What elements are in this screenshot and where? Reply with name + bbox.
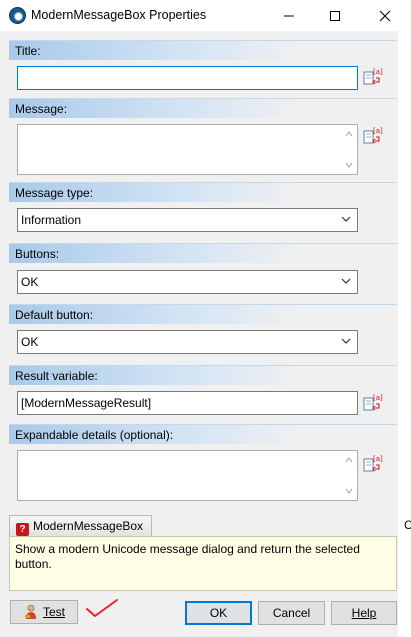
maximize-icon [330, 10, 340, 21]
variable-insert-icon[interactable]: [a] [363, 67, 383, 87]
title-input[interactable] [17, 66, 358, 90]
message-label: Message: [15, 102, 68, 116]
help-text: Show a modern Unicode message dialog and… [15, 542, 360, 571]
background-text-fragment: C [404, 518, 411, 532]
help-question-icon: ? [16, 523, 29, 536]
test-button[interactable]: Test [10, 600, 78, 624]
buttons-section-header: Buttons: [9, 243, 397, 263]
scroll-up-icon[interactable] [344, 455, 354, 465]
svg-text:[a]: [a] [373, 455, 383, 463]
help-description: Show a modern Unicode message dialog and… [9, 536, 397, 591]
minimize-button[interactable] [266, 0, 312, 31]
help-tab: ? ModernMessageBox [9, 515, 152, 536]
title-bar: ModernMessageBox Properties [0, 0, 411, 31]
default-button-value: OK [21, 335, 39, 349]
test-person-icon [24, 604, 36, 619]
expandable-details-label: Expandable details (optional): [15, 428, 174, 442]
chevron-down-icon [341, 338, 351, 344]
scroll-down-icon[interactable] [344, 486, 354, 496]
result-variable-label: Result variable: [15, 369, 98, 383]
app-icon [9, 7, 26, 24]
maximize-button[interactable] [312, 0, 358, 31]
background-window [398, 31, 411, 637]
title-label: Title: [15, 44, 41, 58]
message-type-label: Message type: [15, 186, 94, 200]
test-button-label: Test [42, 605, 65, 619]
minimize-icon [284, 15, 294, 16]
red-checkmark-icon [86, 599, 118, 617]
title-section-header: Title: [9, 40, 397, 60]
svg-text:[a]: [a] [373, 127, 383, 135]
default-button-section-header: Default button: [9, 304, 397, 324]
variable-insert-icon[interactable]: [a] [363, 126, 383, 146]
buttons-select[interactable]: OK [17, 270, 358, 294]
variable-insert-icon[interactable]: [a] [363, 454, 383, 474]
chevron-down-icon [341, 278, 351, 284]
help-button-label: Help [351, 606, 377, 620]
close-icon [379, 10, 390, 21]
result-variable-section-header: Result variable: [9, 365, 397, 385]
default-button-label: Default button: [15, 308, 94, 322]
ok-button[interactable]: OK [185, 601, 252, 625]
scroll-down-icon[interactable] [344, 160, 354, 170]
message-type-select[interactable]: Information [17, 208, 358, 232]
message-type-value: Information [21, 213, 82, 227]
chevron-down-icon [341, 216, 351, 222]
help-button[interactable]: Help [331, 601, 397, 625]
expandable-details-section-header: Expandable details (optional): [9, 424, 397, 444]
message-textarea[interactable] [17, 124, 358, 175]
scroll-up-icon[interactable] [344, 129, 354, 139]
window-title: ModernMessageBox Properties [31, 8, 207, 22]
expandable-details-textarea[interactable] [17, 450, 358, 501]
svg-text:[a]: [a] [373, 394, 383, 402]
svg-text:[a]: [a] [373, 68, 383, 76]
properties-dialog: ModernMessageBox Properties Title: [a] M… [0, 0, 411, 637]
buttons-label: Buttons: [15, 247, 60, 261]
ok-button-label: OK [209, 606, 228, 620]
cancel-button-label: Cancel [272, 606, 311, 620]
result-variable-input[interactable]: [ModernMessageResult] [17, 391, 358, 415]
help-tab-label: ModernMessageBox [33, 519, 144, 533]
default-button-select[interactable]: OK [17, 330, 358, 354]
message-section-header: Message: [9, 98, 397, 118]
message-type-section-header: Message type: [9, 182, 397, 202]
buttons-value: OK [21, 275, 39, 289]
cancel-button[interactable]: Cancel [258, 601, 325, 625]
close-button[interactable] [358, 0, 411, 31]
variable-insert-icon[interactable]: [a] [363, 393, 383, 413]
